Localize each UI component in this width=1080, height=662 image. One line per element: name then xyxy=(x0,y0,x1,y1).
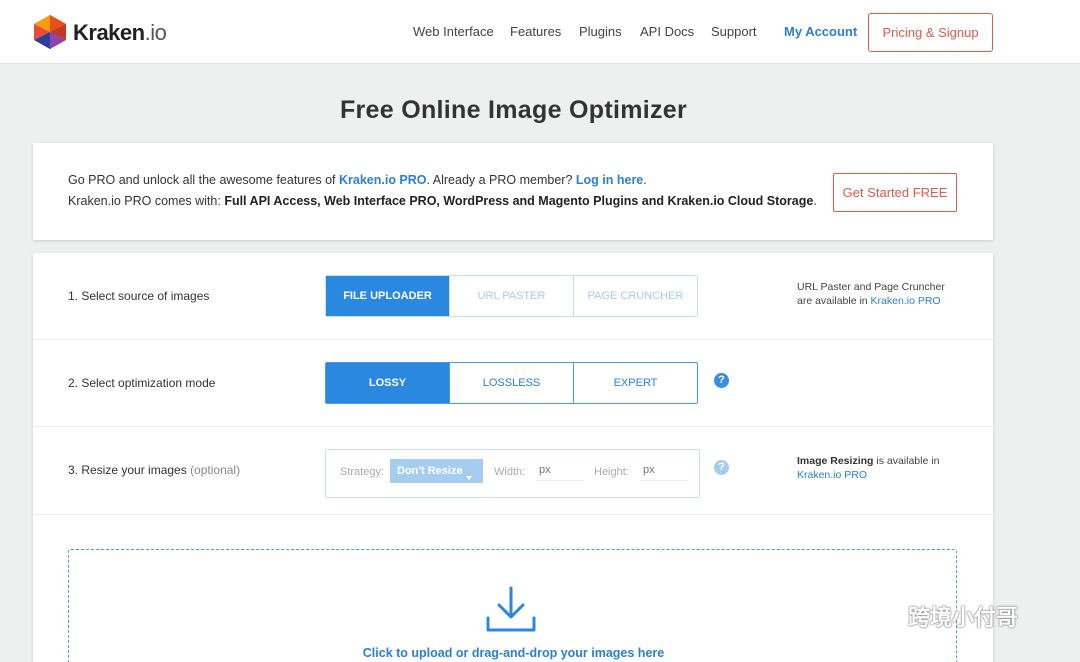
url-paster-tab[interactable]: URL Paster xyxy=(450,276,574,316)
promo-line-1: Go PRO and unlock all the awesome featur… xyxy=(68,173,647,187)
pro-promo-card: Go PRO and unlock all the awesome featur… xyxy=(33,143,993,240)
source-pro-note: URL Paster and Page Cruncher are availab… xyxy=(797,281,945,307)
promo-line-2: Kraken.io PRO comes with: Full API Acces… xyxy=(68,194,817,208)
height-input[interactable] xyxy=(640,459,688,481)
dropzone-text: Click to upload or drag-and-drop your im… xyxy=(362,646,665,660)
mode-selector: Lossy Lossless Expert xyxy=(325,362,698,404)
kraken-logo[interactable]: Kraken.io xyxy=(33,14,173,50)
upload-dropzone[interactable]: Click to upload or drag-and-drop your im… xyxy=(68,549,957,662)
login-link[interactable]: Log in here xyxy=(576,173,643,187)
pricing-signup-button[interactable]: Pricing & Signup xyxy=(868,13,993,52)
resize-controls: Strategy: Don't Resize Width: Height: xyxy=(325,449,700,498)
nav-support[interactable]: Support xyxy=(711,24,757,39)
strategy-label: Strategy: xyxy=(340,466,385,478)
kraken-logo-icon xyxy=(34,15,66,49)
nav-my-account[interactable]: My Account xyxy=(784,24,857,39)
resize-pro-note: Image Resizing is available in Kraken.io… xyxy=(797,455,940,481)
page-cruncher-tab[interactable]: Page Cruncher xyxy=(574,276,697,316)
expert-button[interactable]: Expert xyxy=(574,363,697,403)
download-arrow-icon xyxy=(486,586,536,632)
width-input[interactable] xyxy=(536,459,584,481)
lossy-button[interactable]: Lossy xyxy=(326,363,450,403)
nav-plugins[interactable]: Plugins xyxy=(579,24,622,39)
width-label: Width: xyxy=(494,466,526,478)
lossless-button[interactable]: Lossless xyxy=(450,363,574,403)
resize-pro-link[interactable]: Kraken.io PRO xyxy=(797,469,867,481)
page-title: Free Online Image Optimizer xyxy=(339,96,688,124)
watermark: 跨境小付哥 xyxy=(860,596,1060,632)
strategy-select[interactable]: Don't Resize xyxy=(390,459,483,483)
chevron-down-icon xyxy=(466,476,472,480)
source-row: 1. Select source of images File Uploader… xyxy=(33,253,993,340)
nav-features[interactable]: Features xyxy=(510,24,561,39)
resize-row: 3. Resize your images (optional) Strateg… xyxy=(33,427,993,515)
mode-row: 2. Select optimization mode Lossy Lossle… xyxy=(33,340,993,427)
resize-help-icon[interactable]: ? xyxy=(714,460,729,475)
source-label: 1. Select source of images xyxy=(68,289,210,303)
nav-api-docs[interactable]: API Docs xyxy=(640,24,694,39)
file-uploader-tab[interactable]: File Uploader xyxy=(326,276,450,316)
mode-label: 2. Select optimization mode xyxy=(68,376,216,390)
optimizer-panel: 1. Select source of images File Uploader… xyxy=(33,253,993,662)
height-label: Height: xyxy=(594,466,629,478)
source-pro-link[interactable]: Kraken.io PRO xyxy=(871,295,941,307)
resize-label: 3. Resize your images (optional) xyxy=(68,463,241,477)
wechat-icon xyxy=(861,598,903,629)
nav-web-interface[interactable]: Web Interface xyxy=(413,24,494,39)
mode-help-icon[interactable]: ? xyxy=(714,373,729,388)
kraken-pro-link[interactable]: Kraken.io PRO xyxy=(339,173,427,187)
watermark-text: 跨境小付哥 xyxy=(908,605,1019,630)
site-header: Kraken.io Web Interface Features Plugins… xyxy=(0,0,1080,64)
get-started-free-button[interactable]: Get Started FREE xyxy=(833,173,957,212)
logo-text: Kraken.io xyxy=(73,20,167,45)
source-selector: File Uploader URL Paster Page Cruncher xyxy=(325,275,698,317)
